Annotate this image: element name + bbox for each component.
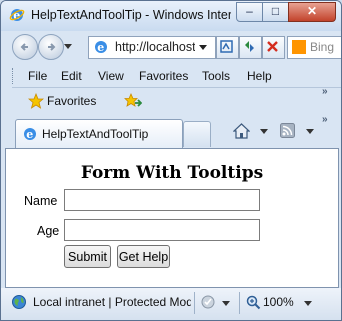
ie-page-icon: e [95, 41, 107, 54]
address-dropdown[interactable] [199, 45, 207, 50]
tab-label: HelpTextAndToolTip [42, 127, 149, 141]
get-help-button[interactable]: Get Help [117, 245, 170, 268]
stop-icon [267, 41, 278, 52]
menu-bar: File Edit View Favorites Tools Help [12, 66, 341, 88]
age-label: Age [37, 224, 60, 238]
forward-button[interactable] [38, 34, 64, 60]
title-bar: e HelpTextAndToolTip - Windows Internet … [1, 1, 341, 31]
name-input[interactable] [64, 189, 260, 211]
address-row: e http://localhost/ Bing [1, 31, 341, 61]
tab-active[interactable]: e HelpTextAndToolTip [15, 119, 183, 148]
zone-status-text: Local intranet | Protected Mode: Off [33, 295, 191, 309]
command-bar-chevron-icon[interactable]: » [322, 114, 328, 125]
home-icon[interactable] [233, 123, 250, 139]
svg-text:e: e [26, 128, 33, 141]
compat-view-icon [220, 40, 233, 53]
favbar-chevron-icon[interactable]: » [322, 86, 328, 97]
add-favorite-icon[interactable] [124, 93, 142, 109]
form-title: Form With Tooltips [80, 163, 264, 183]
refresh-button[interactable] [239, 36, 262, 59]
menu-file[interactable]: File [28, 69, 47, 83]
tab-ie-icon: e [24, 128, 36, 141]
recent-pages-dropdown[interactable] [64, 44, 72, 49]
browser-window: e HelpTextAndToolTip - Windows Internet … [0, 0, 342, 321]
globe-icon [12, 295, 26, 309]
submit-button[interactable]: Submit [64, 245, 111, 268]
back-button[interactable] [12, 34, 38, 60]
name-label: Name [24, 194, 58, 208]
forward-arrow-icon [48, 43, 56, 51]
protected-mode-dropdown[interactable] [222, 301, 230, 306]
page-content: Form With Tooltips Name Age Submit Get H… [5, 148, 339, 288]
svg-text:e: e [97, 41, 104, 54]
menu-favorites[interactable]: Favorites [139, 69, 188, 83]
address-field[interactable]: e http://localhost/ [88, 36, 216, 59]
menu-view[interactable]: View [98, 69, 124, 83]
zoom-icon[interactable] [245, 294, 261, 310]
zoom-dropdown[interactable] [304, 301, 312, 306]
window-title: HelpTextAndToolTip - Windows Internet Ex… [31, 8, 231, 22]
status-bar: Local intranet | Protected Mode: Off 100… [1, 288, 341, 320]
minimize-button[interactable]: – [236, 2, 263, 22]
menu-edit[interactable]: Edit [61, 69, 82, 83]
stop-button[interactable] [262, 36, 285, 59]
new-tab-button[interactable] [183, 121, 211, 147]
zoom-level[interactable]: 100% [263, 295, 294, 309]
search-placeholder: Bing [310, 40, 335, 54]
feed-icon[interactable] [280, 123, 295, 138]
favorites-button[interactable]: Favorites [47, 94, 96, 108]
status-separator [239, 292, 240, 314]
status-separator [194, 292, 195, 314]
menu-help[interactable]: Help [247, 69, 272, 83]
bing-logo-icon [292, 40, 306, 54]
address-url: http://localhost/ [115, 40, 195, 54]
back-arrow-icon [20, 43, 28, 51]
compat-view-button[interactable] [216, 36, 239, 59]
maximize-button[interactable]: □ [262, 2, 289, 22]
favorites-star-icon [28, 93, 44, 109]
protected-mode-icon[interactable] [199, 294, 217, 310]
age-input[interactable] [64, 219, 260, 241]
tab-row: e HelpTextAndToolTip » [1, 114, 341, 148]
ie-app-icon: e [9, 9, 25, 22]
menu-tools[interactable]: Tools [202, 69, 230, 83]
close-button[interactable]: ✕ [288, 2, 336, 22]
search-box[interactable]: Bing [287, 36, 341, 59]
refresh-icon [245, 41, 254, 52]
favorites-bar: » Favorites [12, 86, 341, 114]
feed-dropdown[interactable] [306, 129, 314, 134]
menu-grip [12, 68, 16, 84]
home-dropdown[interactable] [260, 129, 268, 134]
